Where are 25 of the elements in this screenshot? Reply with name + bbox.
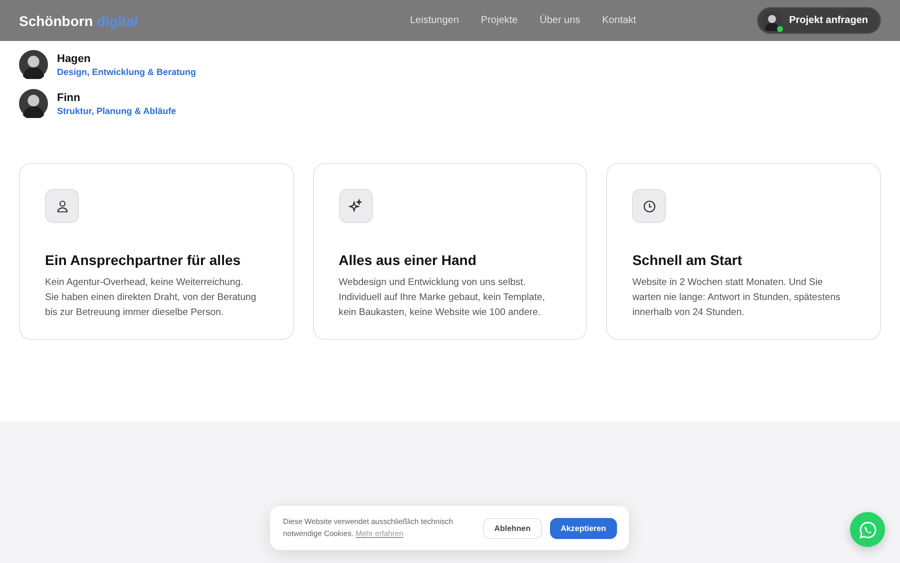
logo-accent: digital	[96, 12, 138, 28]
decline-button[interactable]: Ablehnen	[483, 518, 542, 538]
logo-text: Schönborn	[19, 12, 93, 28]
accept-button[interactable]: Akzeptieren	[550, 518, 617, 538]
clock-icon	[632, 189, 666, 223]
avatar-icon	[19, 89, 48, 118]
card-title: Ein Ansprechpartner für alles	[45, 252, 242, 268]
nav-link[interactable]: Kontakt	[602, 15, 636, 26]
member-name: Hagen	[57, 52, 92, 64]
card-title: Alles aus einer Hand	[338, 252, 478, 268]
project-request-button[interactable]: Projekt anfragen	[757, 7, 881, 34]
nav-link[interactable]: Projekte	[480, 15, 518, 26]
card-title: Schnell am Start	[632, 252, 744, 268]
card-text: Webdesign und Entwicklung von uns selbst. Individuell auf Ihre Marke gebaut, kein Template, kein Baukasten, keine Website wie 100 andere.	[338, 276, 546, 320]
card-text: Website in 2 Wochen statt Monaten. Und Sie warten nie lange: Antwort in Stunden, spätestens innerhalb von 24 Stunden.	[632, 276, 842, 320]
person-icon	[45, 189, 79, 223]
avatar-icon	[19, 50, 48, 79]
chat-bubble-icon	[858, 520, 878, 540]
member-name: Finn	[57, 92, 82, 104]
member-role: Struktur, Planung & Abläufe	[57, 106, 176, 116]
member-role: Design, Entwicklung & Beratung	[57, 66, 196, 76]
card-text: Kein Agentur-Overhead, keine Weiterreichung. Sie haben einen direkten Draht, von der Beratung bis zur Betreuung immer dieselbe Person.	[45, 276, 258, 320]
nav-link[interactable]: Leistungen	[410, 15, 459, 26]
sparkles-icon	[338, 189, 373, 223]
nav-link[interactable]: Über uns	[540, 15, 580, 26]
